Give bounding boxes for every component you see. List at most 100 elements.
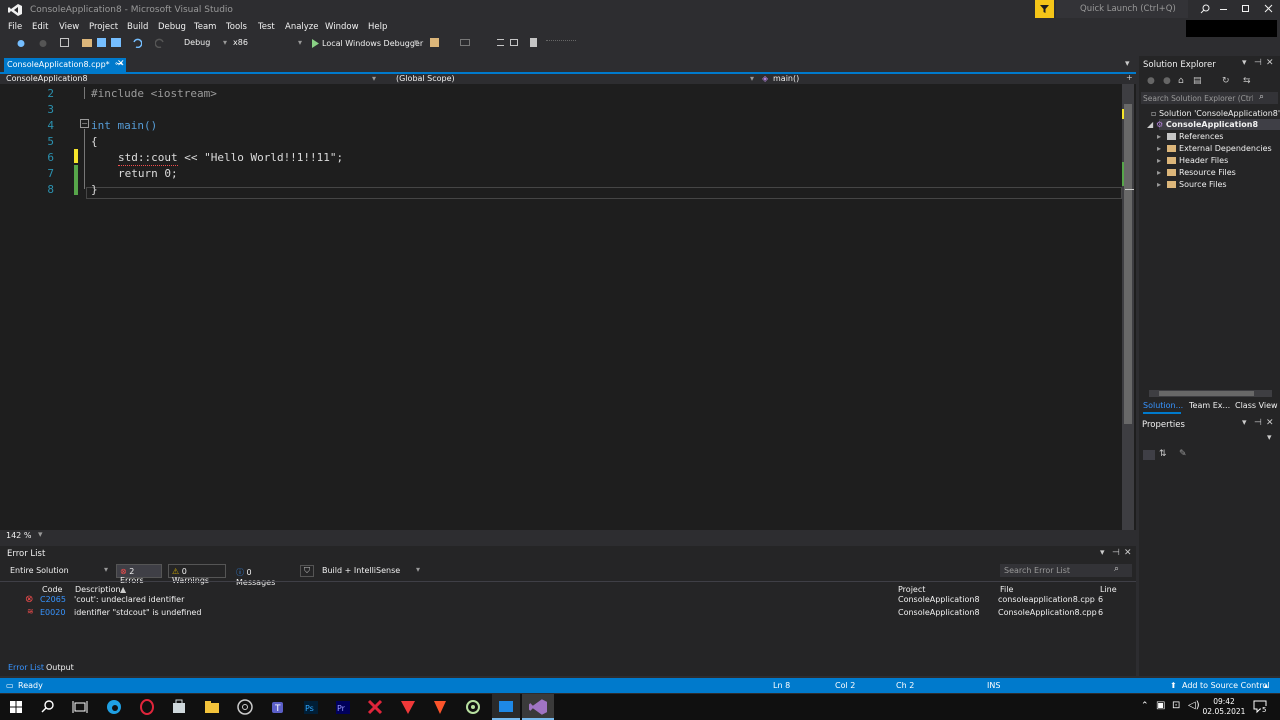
visual-studio-taskbar-icon[interactable] [529, 698, 547, 716]
menu-analyze[interactable]: Analyze [285, 22, 319, 32]
save-icon[interactable] [97, 38, 106, 47]
chevron-down-icon[interactable]: ▾ [414, 38, 419, 48]
add-to-source-control-button[interactable]: Add to Source Control [1182, 681, 1270, 690]
pin-icon[interactable]: ⊣ [1254, 418, 1262, 428]
bookmark-nav-icon[interactable] [546, 40, 576, 44]
menu-window[interactable]: Window [325, 22, 359, 32]
scope-select[interactable]: Entire Solution ▾ [6, 564, 110, 578]
tab-team-explorer[interactable]: Team Ex... [1189, 401, 1230, 410]
tab-output[interactable]: Output [46, 663, 74, 672]
close-icon[interactable]: ✕ [1266, 58, 1274, 68]
start-debugger-button[interactable]: Local Windows Debugger [322, 39, 423, 48]
menu-edit[interactable]: Edit [32, 22, 48, 32]
play-icon[interactable] [311, 39, 319, 48]
search-icon[interactable]: ⌕ [1114, 564, 1119, 574]
tree-item-header-files[interactable]: ▸ Header Files [1157, 156, 1228, 165]
chevron-right-icon[interactable]: ▸ [1157, 144, 1161, 153]
split-icon[interactable]: + [1126, 73, 1133, 82]
search-icon[interactable] [1200, 4, 1210, 14]
format-icon[interactable] [497, 39, 504, 46]
open-file-icon[interactable] [82, 39, 92, 47]
tab-solution[interactable]: Solution... [1143, 401, 1183, 410]
forward-icon[interactable] [38, 39, 48, 48]
source-select[interactable]: Build + IntelliSense ▾ [318, 564, 422, 578]
switch-views-icon[interactable]: ▤ [1193, 76, 1202, 86]
redo-icon[interactable] [155, 38, 165, 48]
network-icon[interactable]: ▣ [1156, 700, 1165, 711]
column-code[interactable]: Code [42, 585, 62, 594]
menu-build[interactable]: Build [127, 22, 148, 32]
chevron-right-icon[interactable]: ▸ [1157, 168, 1161, 177]
back-icon[interactable]: ● [1147, 76, 1155, 86]
remote-desktop-icon[interactable] [497, 698, 515, 716]
clock[interactable]: 09:42 02.05.2021 [1200, 697, 1248, 717]
refresh-icon[interactable]: ↻ [1222, 76, 1230, 86]
document-tab[interactable]: ConsoleApplication8.cpp* ⊶ [4, 58, 126, 72]
edge-browser-icon[interactable] [105, 698, 123, 716]
volume-icon[interactable]: ◁) [1188, 700, 1200, 711]
maximize-icon[interactable] [1242, 5, 1249, 12]
tab-class-view[interactable]: Class View [1235, 401, 1278, 410]
menu-test[interactable]: Test [258, 22, 275, 32]
chevron-down-icon[interactable]: ▾ [38, 530, 43, 540]
column-project[interactable]: Project [898, 585, 925, 594]
member-dropdown[interactable]: main() [773, 74, 799, 83]
errors-filter-button[interactable]: ⊗ 2 Errors [116, 564, 162, 585]
chevron-down-icon[interactable]: ▾ [1267, 433, 1272, 443]
minimize-icon[interactable] [1220, 9, 1227, 10]
notification-icon[interactable]: 5 [1252, 698, 1268, 714]
brave-icon[interactable] [431, 698, 449, 716]
chevron-down-icon[interactable]: ◢ [1147, 120, 1153, 129]
horizontal-scrollbar[interactable] [1149, 390, 1272, 397]
pin-icon[interactable]: ⊣ [1112, 548, 1120, 558]
chevron-up-icon[interactable]: ▴ [1264, 681, 1268, 690]
tree-item-external-dependencies[interactable]: ▸ External Dependencies [1157, 144, 1272, 153]
configuration-select[interactable]: Debug ▾ [181, 37, 229, 50]
zoom-level[interactable]: 142 % [6, 531, 31, 540]
close-icon[interactable] [1264, 4, 1273, 13]
alphabetical-icon[interactable]: ⇅ [1159, 449, 1167, 459]
chevron-up-icon[interactable]: ⌃ [1141, 701, 1149, 711]
search-icon[interactable]: ⌕ [1259, 92, 1264, 102]
column-description[interactable]: Description [75, 585, 121, 594]
error-code[interactable]: C2065 [40, 595, 66, 604]
filter-icon[interactable]: ⛉ [300, 565, 314, 577]
comment-icon[interactable] [510, 39, 518, 46]
editor-scrollbar[interactable] [1122, 84, 1134, 530]
menu-debug[interactable]: Debug [158, 22, 186, 32]
menu-tools[interactable]: Tools [226, 22, 247, 32]
bookmark-icon[interactable] [530, 38, 537, 47]
warnings-filter-button[interactable]: ⚠ 0 Warnings [168, 564, 226, 585]
attach-icon[interactable] [430, 38, 439, 47]
property-pages-icon[interactable]: ✎ [1179, 449, 1187, 459]
collapse-icon[interactable]: − [80, 119, 89, 128]
tab-error-list[interactable]: Error List [8, 663, 44, 672]
back-icon[interactable] [16, 39, 26, 48]
home-icon[interactable]: ⌂ [1178, 76, 1184, 86]
close-tab-icon[interactable]: ✕ [117, 59, 125, 69]
tree-item-resource-files[interactable]: ▸ Resource Files [1157, 168, 1236, 177]
chrome-icon[interactable] [236, 698, 254, 716]
code-editor[interactable]: − 2 3 4 5 6 7 8 #include <iostream> int … [0, 84, 1136, 530]
close-icon[interactable]: ✕ [1124, 548, 1132, 558]
platform-select[interactable]: x86 ▾ [230, 37, 304, 50]
forward-icon[interactable]: ● [1163, 76, 1171, 86]
solution-search[interactable]: Search Solution Explorer (Ctrl+;) ⌕ [1141, 92, 1278, 104]
xmind-icon[interactable] [366, 698, 384, 716]
store-icon[interactable] [170, 698, 188, 716]
error-search[interactable]: Search Error List ⌕ [1000, 564, 1132, 577]
menu-view[interactable]: View [59, 22, 79, 32]
chevron-right-icon[interactable]: ▸ [1157, 132, 1161, 141]
vivaldi-icon[interactable] [399, 698, 417, 716]
column-file[interactable]: File [1000, 585, 1013, 594]
column-line[interactable]: Line [1100, 585, 1117, 594]
chevron-down-icon[interactable]: ▾ [1242, 58, 1247, 68]
solution-node[interactable]: ▫ Solution 'ConsoleApplication8' ( [1151, 109, 1280, 118]
file-explorer-icon[interactable] [203, 698, 221, 716]
search-icon[interactable] [39, 698, 57, 716]
save-all-icon[interactable] [111, 38, 121, 47]
new-project-icon[interactable] [60, 38, 69, 47]
chevron-down-icon[interactable]: ▾ [1125, 59, 1130, 69]
step-icon[interactable] [460, 39, 470, 46]
tree-item-references[interactable]: ▸ References [1157, 132, 1223, 141]
